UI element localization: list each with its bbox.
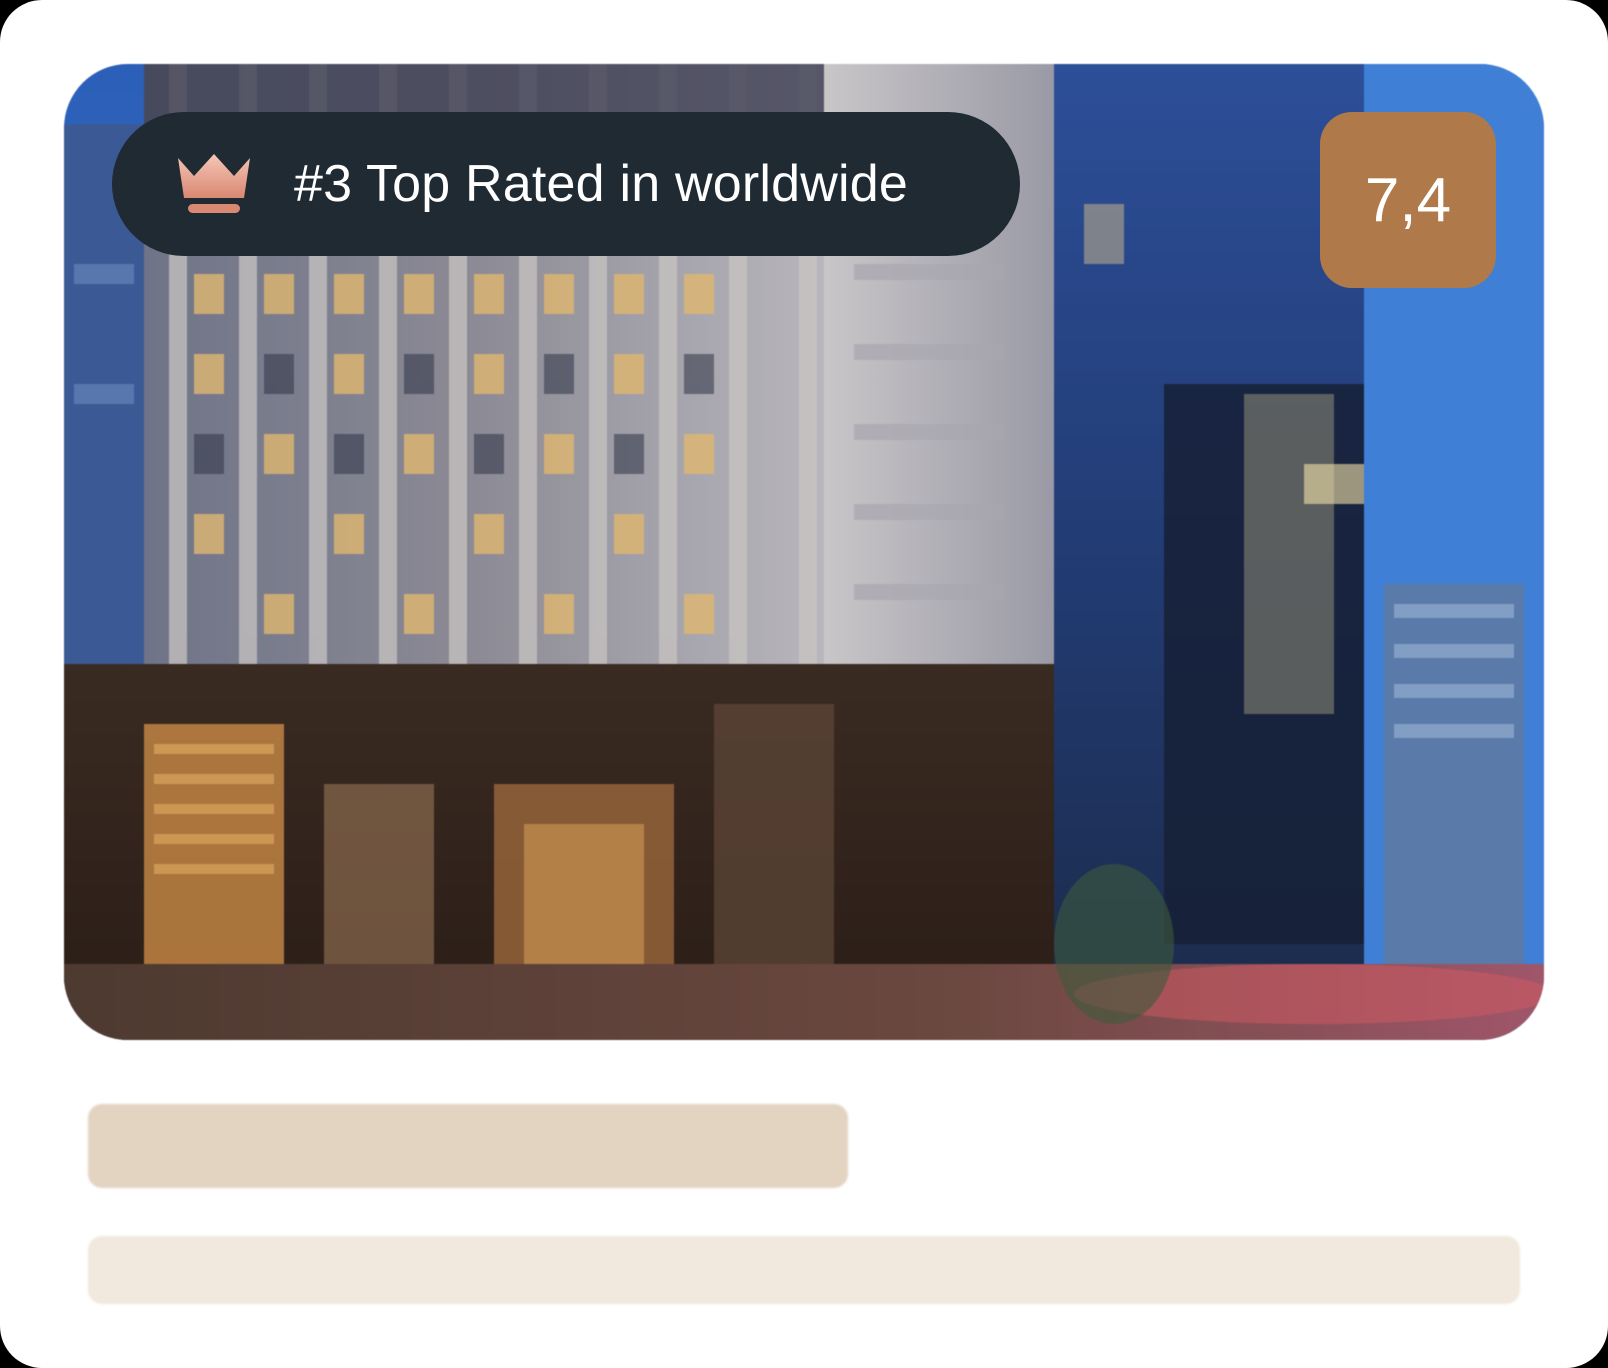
title-placeholder <box>88 1104 848 1188</box>
rating-score-badge: 7,4 <box>1320 112 1496 288</box>
top-rated-label: #3 Top Rated in worldwide <box>294 155 908 213</box>
top-rated-badge: #3 Top Rated in worldwide <box>112 112 1020 256</box>
hotel-card[interactable]: #3 Top Rated in worldwide 7,4 <box>0 0 1608 1368</box>
crown-icon <box>178 154 250 213</box>
subtitle-placeholder <box>88 1236 1520 1304</box>
